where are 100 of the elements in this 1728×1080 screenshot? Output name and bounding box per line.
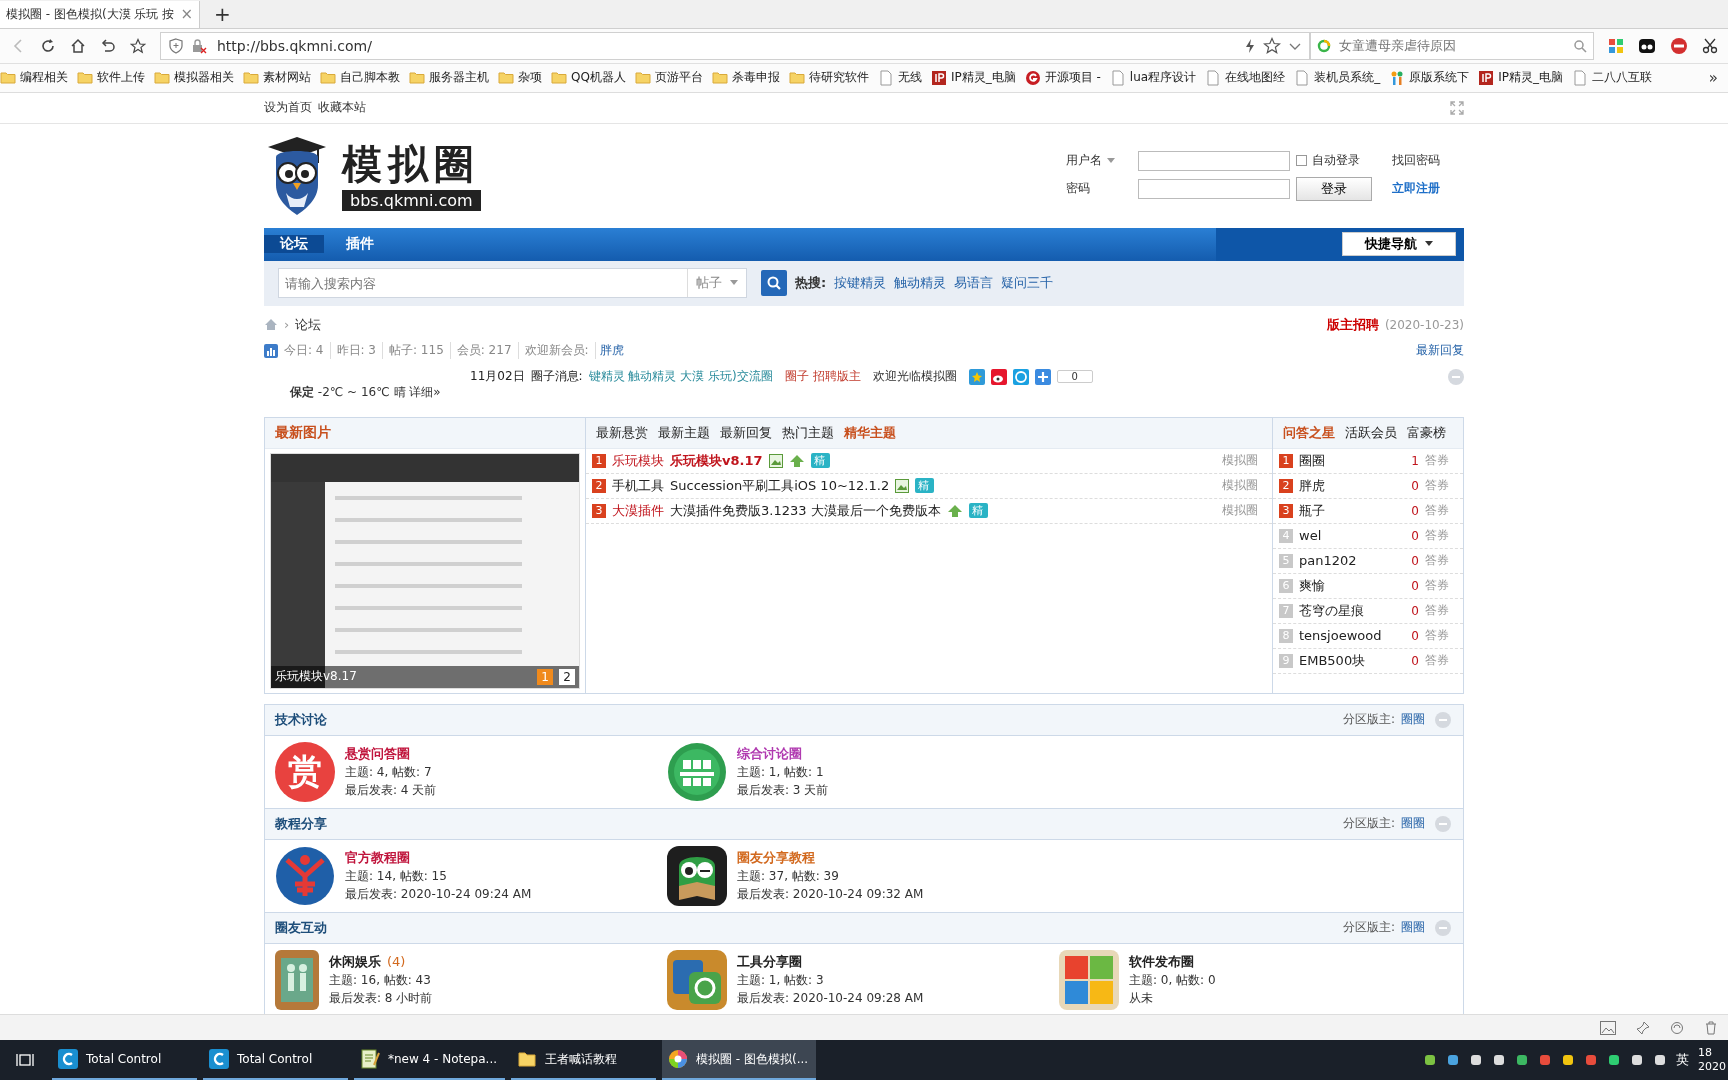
search-icon[interactable] [1573, 38, 1587, 53]
panel-tab[interactable]: 精华主题 [844, 423, 896, 442]
panel-tab[interactable]: 最新悬赏 [596, 423, 648, 442]
bookmark-link[interactable]: 页游平台 [634, 69, 703, 87]
forum-title[interactable]: 软件发布圈 [1129, 952, 1194, 971]
hot-search-link[interactable]: 易语言 [954, 274, 994, 293]
taskbar-button[interactable]: Total Control [203, 1040, 348, 1080]
close-button[interactable]: × [180, 5, 193, 24]
bookmark-link[interactable]: 在线地图经 [1205, 69, 1286, 87]
moderator-link[interactable]: 圈圈 [1401, 919, 1425, 937]
hot-search-link[interactable]: 触动精灵 [894, 274, 947, 293]
nav-tab[interactable]: 插件 [330, 235, 390, 254]
forum-title[interactable]: 官方教程圈 [345, 848, 410, 867]
member-name[interactable]: 瓶子 [1299, 501, 1325, 520]
breadcrumb-current[interactable]: 论坛 [295, 315, 322, 334]
search-type-select[interactable]: 帖子 [688, 269, 746, 298]
news-link[interactable]: 圈子 招聘版主 [784, 368, 861, 386]
search-button[interactable] [761, 270, 787, 297]
thread-category[interactable]: 大漠插件 [612, 501, 664, 520]
search-box[interactable]: 请输入搜索内容 帖子 [278, 268, 747, 299]
panel-tab[interactable]: 最新回复 [720, 423, 772, 442]
bookmark-link[interactable]: 待研究软件 [788, 69, 869, 87]
bookmark-link[interactable]: IP精灵_电脑 [1478, 69, 1563, 87]
forum-title[interactable]: 圈友分享教程 [737, 848, 815, 867]
member-name[interactable]: 圈圈 [1299, 451, 1325, 470]
mask-face-icon[interactable] [1638, 36, 1656, 55]
thread-title[interactable]: 大漠插件免费版3.1233 大漠最后一个免费版本 [670, 501, 941, 520]
home-icon[interactable] [70, 37, 86, 54]
moderator-link[interactable]: 圈圈 [1401, 711, 1425, 729]
username-label[interactable]: 用户名 [1066, 152, 1132, 170]
panel-tab[interactable]: 活跃会员 [1345, 423, 1397, 442]
forgot-password-link[interactable]: 找回密码 [1392, 152, 1454, 170]
panel-tab[interactable]: 富豪榜 [1407, 423, 1446, 442]
bookmark-link[interactable]: 杂项 [498, 69, 542, 87]
bookmark-link[interactable]: 原版系统下 [1389, 69, 1470, 87]
panel-tab[interactable]: 热门主题 [782, 423, 834, 442]
top-link[interactable]: 设为首页 [264, 99, 312, 117]
new-tab-button[interactable]: + [200, 0, 245, 28]
password-field[interactable] [1138, 178, 1290, 199]
bookmark-link[interactable]: 开源项目 - [1024, 69, 1101, 87]
top-link[interactable]: 收藏本站 [318, 99, 366, 117]
quick-nav-button[interactable]: 快捷导航 [1342, 232, 1456, 257]
app-grid-icon[interactable] [1608, 37, 1624, 54]
forum-title[interactable]: 悬赏问答圈 [345, 744, 410, 763]
forum-title[interactable]: 休闲娱乐 [329, 952, 381, 971]
thread-category[interactable]: 乐玩模块 [612, 451, 664, 470]
member-name[interactable]: tensjoewood [1299, 628, 1382, 644]
image-icon[interactable] [1600, 1020, 1616, 1035]
expand-icon[interactable] [1450, 100, 1464, 115]
star-icon[interactable] [130, 37, 146, 54]
taskbar-button[interactable]: 模拟圈 - 图色模拟(... [662, 1040, 817, 1080]
undo-icon[interactable] [100, 37, 116, 54]
task-view-icon[interactable] [16, 1052, 34, 1068]
star-share-icon[interactable] [968, 368, 985, 385]
refresh-icon[interactable] [1670, 1020, 1684, 1035]
thread-title[interactable]: Succession平刷工具iOS 10~12.1.2 [670, 476, 890, 495]
member-name[interactable]: 爽愉 [1299, 576, 1325, 595]
member-name[interactable]: 苍穹の星痕 [1299, 601, 1364, 620]
page-button[interactable]: 2 [559, 668, 575, 685]
lightning-icon[interactable] [1245, 37, 1255, 54]
latest-reply-link[interactable]: 最新回复 [1416, 342, 1464, 360]
url-field[interactable]: http://bbs.qkmni.com/ [215, 36, 1237, 55]
input-method-indicator[interactable]: 英 [1676, 1051, 1689, 1069]
register-link[interactable]: 立即注册 [1392, 180, 1454, 198]
browser-tab[interactable]: 模拟圈 - 图色模拟(大漠 乐玩 按 × [0, 0, 200, 28]
member-name[interactable]: wel [1299, 528, 1322, 544]
thread-title[interactable]: 乐玩模块v8.17 [670, 451, 763, 470]
thread-category[interactable]: 手机工具 [612, 476, 664, 495]
panel-tab[interactable]: 问答之星 [1283, 423, 1335, 442]
checkbox[interactable] [1296, 155, 1307, 167]
bookmark-link[interactable]: lua程序设计 [1109, 69, 1197, 87]
news-link[interactable]: 欢迎光临模拟圈 [872, 368, 957, 386]
bookmark-link[interactable]: 自己脚本教 [320, 69, 400, 87]
bookmark-link[interactable]: 杀毒申报 [711, 69, 780, 87]
category-title[interactable]: 技术讨论 [275, 710, 327, 729]
recruit-link[interactable]: 版主招聘 [1326, 315, 1379, 334]
star-icon[interactable] [1263, 36, 1281, 55]
category-title[interactable]: 圈友互动 [275, 918, 327, 937]
bookmark-link[interactable]: 软件上传 [77, 69, 145, 87]
panel-tab[interactable]: 最新主题 [658, 423, 710, 442]
scissors-icon[interactable] [1702, 37, 1718, 54]
username-field[interactable] [1138, 150, 1290, 171]
hot-search-link[interactable]: 疑问三千 [1001, 274, 1054, 293]
bookmark-link[interactable]: 装机员系统_ [1294, 69, 1381, 87]
forum-title[interactable]: 综合讨论圈 [737, 744, 802, 763]
forum-title[interactable]: 工具分享圈 [737, 952, 802, 971]
taskbar-button[interactable]: *new 4 - Notepa... [354, 1040, 506, 1080]
weibo-share-icon[interactable] [990, 368, 1007, 385]
bookmark-link[interactable]: 二八八互联 [1571, 69, 1652, 87]
hot-search-link[interactable]: 按键精灵 [834, 274, 887, 293]
trash-icon[interactable] [1704, 1020, 1718, 1035]
moderator-link[interactable]: 圈圈 [1401, 815, 1425, 833]
p-share-icon[interactable] [1012, 368, 1029, 385]
reload-icon[interactable] [40, 37, 56, 54]
bookmark-link[interactable]: 模拟器相关 [154, 69, 234, 87]
bookmark-link[interactable]: 服务器主机 [409, 69, 489, 87]
bookmark-link[interactable]: IP精灵_电脑 [930, 69, 1016, 87]
member-name[interactable]: EMB500块 [1299, 651, 1366, 670]
browser-search-box[interactable]: 女童遭母亲虐待原因 [1310, 31, 1594, 60]
login-button[interactable]: 登录 [1296, 176, 1372, 201]
